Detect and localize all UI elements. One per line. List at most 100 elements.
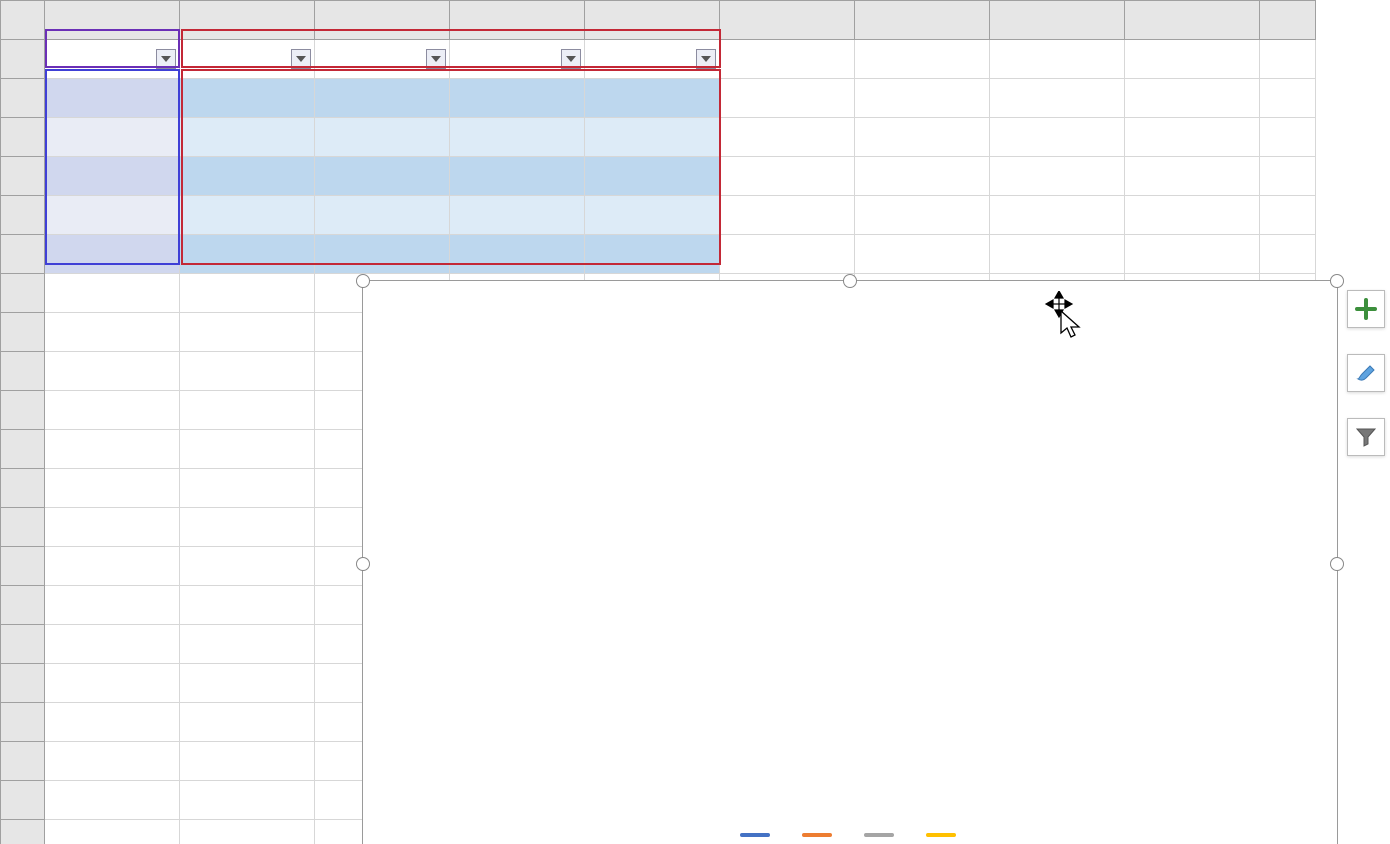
col-header-B[interactable] [180,1,315,40]
row-header-2[interactable] [1,79,45,118]
row-header-20[interactable] [1,781,45,820]
row-header-4[interactable] [1,157,45,196]
cell-B4[interactable] [180,157,315,196]
cell-I1[interactable] [1125,40,1260,79]
table-header-one[interactable] [180,40,315,79]
resize-handle-e[interactable] [1330,557,1344,571]
cell-I4[interactable] [1125,157,1260,196]
cell-D3[interactable] [450,118,585,157]
cell[interactable] [45,508,180,547]
cell-E4[interactable] [585,157,720,196]
row-header-12[interactable] [1,469,45,508]
legend-item-four[interactable] [926,833,960,837]
legend-item-three[interactable] [864,833,898,837]
cell-C3[interactable] [315,118,450,157]
cell[interactable] [180,664,315,703]
cell[interactable] [45,586,180,625]
cell-D6[interactable] [450,235,585,274]
cell-J1[interactable] [1260,40,1316,79]
col-header-E[interactable] [585,1,720,40]
cell[interactable] [45,664,180,703]
row-header-3[interactable] [1,118,45,157]
cell[interactable] [180,274,315,313]
cell[interactable] [45,274,180,313]
cell-A5[interactable] [45,196,180,235]
table-header-three[interactable] [450,40,585,79]
cell-J6[interactable] [1260,235,1316,274]
row-header-10[interactable] [1,391,45,430]
cell-C2[interactable] [315,79,450,118]
cell-I2[interactable] [1125,79,1260,118]
cell-J4[interactable] [1260,157,1316,196]
cell-E3[interactable] [585,118,720,157]
row-header-8[interactable] [1,313,45,352]
cell[interactable] [180,313,315,352]
cell-E5[interactable] [585,196,720,235]
cell-F1[interactable] [720,40,855,79]
cell-B2[interactable] [180,79,315,118]
chart-legend[interactable] [363,833,1337,837]
cell-E2[interactable] [585,79,720,118]
col-header-F[interactable] [720,1,855,40]
row-header-5[interactable] [1,196,45,235]
chart-styles-button[interactable] [1347,354,1385,392]
cell-J3[interactable] [1260,118,1316,157]
cell-A6[interactable] [45,235,180,274]
row-header-13[interactable] [1,508,45,547]
cell-H6[interactable] [990,235,1125,274]
cell-D2[interactable] [450,79,585,118]
col-header-C[interactable] [315,1,450,40]
cell[interactable] [180,742,315,781]
cell-G4[interactable] [855,157,990,196]
cell[interactable] [45,469,180,508]
cell[interactable] [45,703,180,742]
cell-H1[interactable] [990,40,1125,79]
cell[interactable] [45,781,180,820]
filter-dropdown-icon[interactable] [426,49,446,69]
cell-A3[interactable] [45,118,180,157]
cell-F5[interactable] [720,196,855,235]
col-header-G[interactable] [855,1,990,40]
chart-object[interactable] [362,280,1338,844]
filter-dropdown-icon[interactable] [696,49,716,69]
row-header-14[interactable] [1,547,45,586]
cell[interactable] [180,781,315,820]
filter-dropdown-icon[interactable] [156,49,176,69]
legend-item-one[interactable] [740,833,774,837]
chart-plot-area[interactable] [418,371,1309,767]
cell-H3[interactable] [990,118,1125,157]
cell[interactable] [180,586,315,625]
filter-dropdown-icon[interactable] [561,49,581,69]
cell-A4[interactable] [45,157,180,196]
cell[interactable] [180,391,315,430]
cell-G5[interactable] [855,196,990,235]
table-header-two[interactable] [315,40,450,79]
cell-G2[interactable] [855,79,990,118]
cell-D5[interactable] [450,196,585,235]
cell-E6[interactable] [585,235,720,274]
select-all-corner[interactable] [1,1,45,40]
cell[interactable] [180,469,315,508]
cell-C5[interactable] [315,196,450,235]
cell[interactable] [180,352,315,391]
cell[interactable] [180,625,315,664]
row-header-9[interactable] [1,352,45,391]
col-header-H[interactable] [990,1,1125,40]
cell-B5[interactable] [180,196,315,235]
col-header-J[interactable] [1260,1,1316,40]
row-header-19[interactable] [1,742,45,781]
cell[interactable] [45,430,180,469]
cell[interactable] [45,820,180,844]
cell-B3[interactable] [180,118,315,157]
cell[interactable] [180,820,315,844]
cell-I3[interactable] [1125,118,1260,157]
col-header-I[interactable] [1125,1,1260,40]
resize-handle-w[interactable] [356,557,370,571]
chart-elements-button[interactable] [1347,290,1385,328]
resize-handle-nw[interactable] [356,274,370,288]
resize-handle-ne[interactable] [1330,274,1344,288]
cell[interactable] [180,547,315,586]
cell-I5[interactable] [1125,196,1260,235]
cell-B6[interactable] [180,235,315,274]
col-header-D[interactable] [450,1,585,40]
